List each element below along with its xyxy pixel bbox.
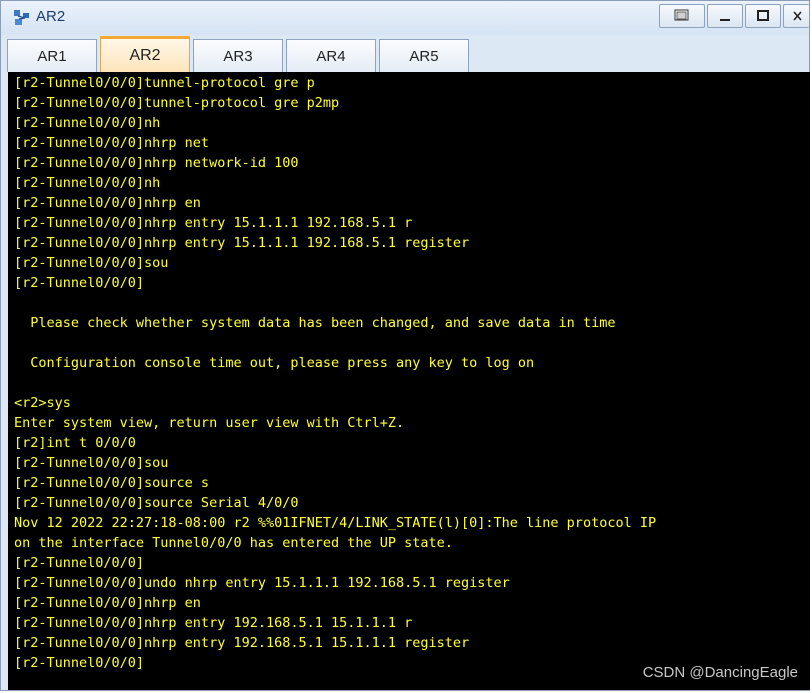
router-app-icon xyxy=(13,9,31,27)
maximize-icon xyxy=(757,10,769,21)
title-bar[interactable]: AR2 xyxy=(1,1,809,35)
terminal-line: [r2-Tunnel0/0/0]nhrp entry 192.168.5.1 1… xyxy=(14,635,470,651)
terminal-line: [r2-Tunnel0/0/0]nhrp entry 15.1.1.1 192.… xyxy=(14,215,413,231)
terminal-line: [r2-Tunnel0/0/0]nh xyxy=(14,115,161,131)
terminal-console[interactable]: [r2-Tunnel0/0/0]tunnel-protocol gre p [r… xyxy=(8,72,810,690)
terminal-line: [r2-Tunnel0/0/0] xyxy=(14,555,145,571)
terminal-line: Nov 12 2022 22:27:18-08:00 r2 %%01IFNET/… xyxy=(14,515,657,531)
terminal-line: [r2-Tunnel0/0/0]nhrp en xyxy=(14,195,201,211)
terminal-line: Enter system view, return user view with… xyxy=(14,415,405,431)
terminal-line: [r2-Tunnel0/0/0] xyxy=(14,275,145,291)
terminal-line: [r2-Tunnel0/0/0]nhrp entry 192.168.5.1 1… xyxy=(14,615,413,631)
window-controls xyxy=(657,4,809,30)
terminal-line: [r2-Tunnel0/0/0]tunnel-protocol gre p2mp xyxy=(14,95,340,111)
terminal-line: on the interface Tunnel0/0/0 has entered… xyxy=(14,535,453,551)
terminal-line: [r2-Tunnel0/0/0]nhrp network-id 100 xyxy=(14,155,299,171)
terminal-line: [r2-Tunnel0/0/0]nhrp entry 15.1.1.1 192.… xyxy=(14,235,470,251)
terminal-line: [r2-Tunnel0/0/0]nhrp en xyxy=(14,595,201,611)
close-button[interactable] xyxy=(783,4,809,28)
terminal-line: [r2-Tunnel0/0/0]nh xyxy=(14,175,161,191)
restore-view-button[interactable] xyxy=(659,4,705,28)
close-icon xyxy=(792,11,802,21)
terminal-line: [r2-Tunnel0/0/0]tunnel-protocol gre p xyxy=(14,75,315,91)
terminal-line: [r2-Tunnel0/0/0]source s xyxy=(14,475,210,491)
tab-ar5[interactable]: AR5 xyxy=(379,39,469,72)
terminal-line: [r2-Tunnel0/0/0]sou xyxy=(14,255,169,271)
terminal-line: <r2>sys xyxy=(14,395,71,411)
tab-ar2[interactable]: AR2 xyxy=(100,36,190,72)
terminal-line: [r2-Tunnel0/0/0] xyxy=(14,655,145,671)
terminal-line: [r2-Tunnel0/0/0]source Serial 4/0/0 xyxy=(14,495,299,511)
terminal-line: [r2]int t 0/0/0 xyxy=(14,435,136,451)
maximize-button[interactable] xyxy=(745,4,781,28)
terminal-line: [r2-Tunnel0/0/0]sou xyxy=(14,455,169,471)
app-window: AR2 AR1 AR2 AR3 AR4 AR5 [r2-Tunnel0/0/0]… xyxy=(0,0,810,691)
session-tabs: AR1 AR2 AR3 AR4 AR5 xyxy=(7,35,472,72)
minimize-icon xyxy=(720,19,730,21)
terminal-line: [r2-Tunnel0/0/0]nhrp net xyxy=(14,135,210,151)
window-title: AR2 xyxy=(36,8,66,25)
tab-ar4[interactable]: AR4 xyxy=(286,39,376,72)
tab-ar1[interactable]: AR1 xyxy=(7,39,97,72)
restore-view-icon xyxy=(674,9,689,21)
minimize-button[interactable] xyxy=(707,4,743,28)
watermark: CSDN @DancingEagle xyxy=(642,664,798,681)
terminal-line: Configuration console time out, please p… xyxy=(14,355,535,371)
terminal-line: Please check whether system data has bee… xyxy=(14,315,616,331)
terminal-line: [r2-Tunnel0/0/0]undo nhrp entry 15.1.1.1… xyxy=(14,575,510,591)
tab-ar3[interactable]: AR3 xyxy=(193,39,283,72)
